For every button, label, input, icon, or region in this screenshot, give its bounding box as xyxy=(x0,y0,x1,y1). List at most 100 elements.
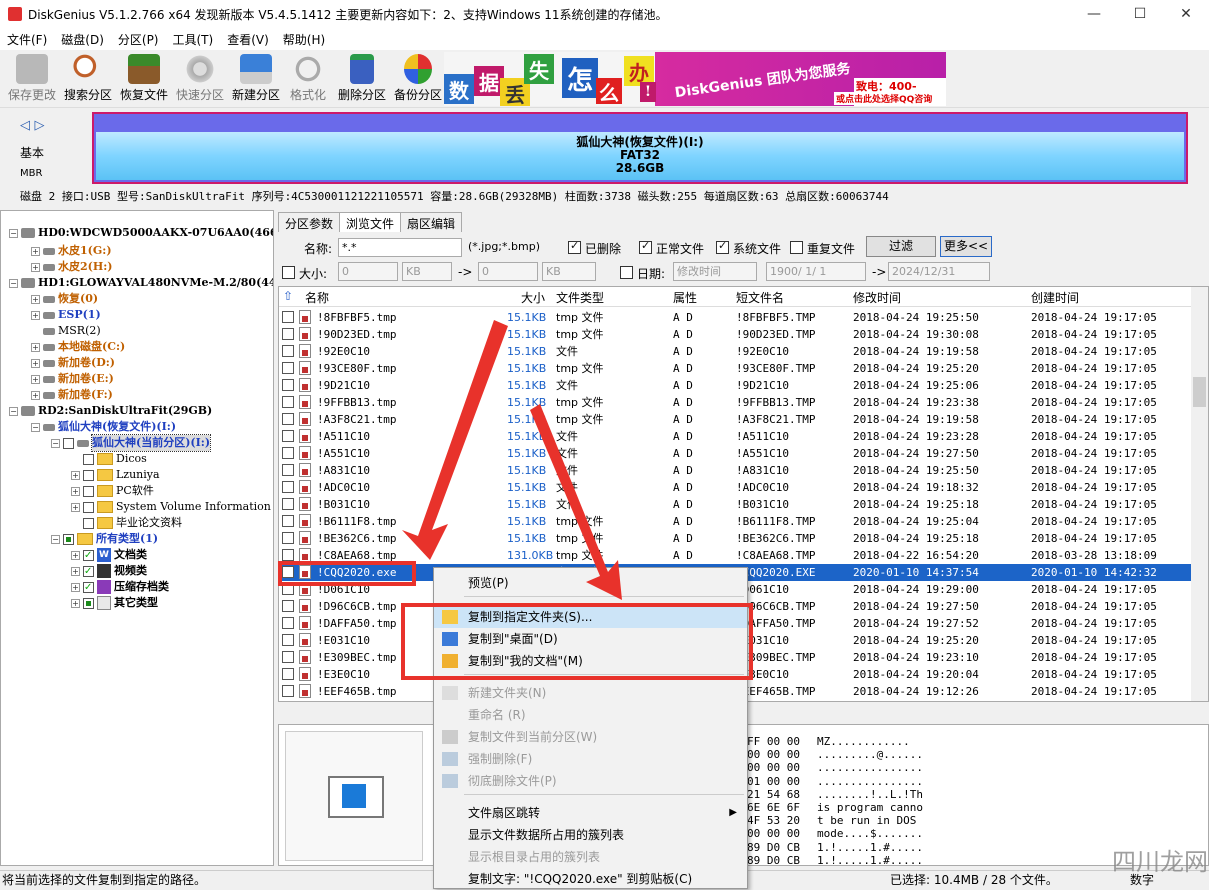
tree-node[interactable]: + 水皮1(G:) xyxy=(31,243,112,259)
system-checkbox[interactable] xyxy=(716,239,729,254)
tree-node[interactable]: + 恢复(0) xyxy=(31,291,98,307)
expand-toggle[interactable]: − xyxy=(9,278,18,288)
date-from-input[interactable]: 1900/ 1/ 1 xyxy=(766,262,866,281)
row-checkbox[interactable] xyxy=(282,515,294,527)
menu-item[interactable]: 强制删除(F) xyxy=(434,748,747,770)
tree-node[interactable]: + 新加卷(E:) xyxy=(31,371,114,387)
expand-toggle[interactable]: + xyxy=(31,342,40,352)
size-unit2-select[interactable]: KB xyxy=(542,262,596,281)
banner-qq-link[interactable]: 或点击此处选择QQ咨询 xyxy=(834,92,935,105)
filter-button[interactable]: 过滤 xyxy=(866,236,936,257)
row-checkbox[interactable] xyxy=(282,396,294,408)
col-type[interactable]: 文件类型 xyxy=(556,289,604,306)
table-row[interactable]: !92E0C10 15.1KB 文件 A D !92E0C10 2018-04-24 19… xyxy=(279,343,1191,360)
row-checkbox[interactable] xyxy=(282,685,294,697)
row-checkbox[interactable] xyxy=(282,447,294,459)
tree-node[interactable]: − HD1:GLOWAYVAL480NVMe-M.2/80(447G xyxy=(9,275,273,291)
menu-item[interactable]: 复制文件到当前分区(W) xyxy=(434,726,747,748)
tab-sector-edit[interactable]: 扇区编辑 xyxy=(400,212,463,232)
expand-toggle[interactable]: + xyxy=(71,470,80,480)
row-checkbox[interactable] xyxy=(282,617,294,629)
tree-node[interactable]: + 新加卷(F:) xyxy=(31,387,113,403)
tree-node[interactable]: + 视频类 xyxy=(71,563,147,580)
menu-file[interactable]: 文件(F) xyxy=(0,31,54,48)
row-checkbox[interactable] xyxy=(282,532,294,544)
expand-toggle[interactable]: + xyxy=(31,374,40,384)
tab-browse-files[interactable]: 浏览文件 xyxy=(339,212,402,232)
expand-toggle[interactable]: − xyxy=(31,422,40,432)
tree-checkbox[interactable] xyxy=(63,533,74,545)
col-shortname[interactable]: 短文件名 xyxy=(736,289,784,306)
expand-toggle[interactable]: + xyxy=(31,294,40,304)
expand-toggle[interactable]: + xyxy=(31,310,40,320)
menu-tools[interactable]: 工具(T) xyxy=(166,31,221,48)
size-to-input[interactable]: 0 xyxy=(478,262,538,281)
recover-files-button[interactable]: 恢复文件 xyxy=(116,52,172,104)
table-row[interactable]: !8FBFBF5.tmp 15.1KB tmp 文件 A D !8FBFBF5.TMP 2… xyxy=(279,309,1191,326)
close-button[interactable]: ✕ xyxy=(1163,0,1209,28)
row-checkbox[interactable] xyxy=(282,362,294,374)
more-button[interactable]: 更多<< xyxy=(940,236,992,257)
tree-checkbox[interactable] xyxy=(83,597,94,609)
expand-toggle[interactable]: + xyxy=(31,358,40,368)
save-changes-button[interactable]: 保存更改 xyxy=(4,52,60,104)
table-row[interactable]: !B6111F8.tmp 15.1KB tmp 文件 A D !B6111F8.TMP 2… xyxy=(279,513,1191,530)
tree-node[interactable]: − 所有类型(1) xyxy=(51,531,158,547)
menu-item[interactable]: 新建文件夹(N) xyxy=(434,682,747,704)
table-row[interactable]: !BE362C6.tmp 15.1KB tmp 文件 A D !BE362C6.TMP 2… xyxy=(279,530,1191,547)
tree-node[interactable]: + Lzuniya xyxy=(71,467,160,483)
row-checkbox[interactable] xyxy=(282,651,294,663)
table-row[interactable]: !9FFBB13.tmp 15.1KB tmp 文件 A D !9FFBB13.TMP 2… xyxy=(279,394,1191,411)
file-list-scrollbar[interactable] xyxy=(1191,287,1208,701)
table-row[interactable]: !B031C10 15.1KB 文件 A D !B031C10 2018-04-24 19… xyxy=(279,496,1191,513)
tree-node[interactable]: + System Volume Information xyxy=(71,499,271,515)
tree-node[interactable]: + 压缩存档类 xyxy=(71,579,169,596)
normal-checkbox[interactable] xyxy=(639,239,652,254)
row-checkbox[interactable] xyxy=(282,430,294,442)
row-checkbox[interactable] xyxy=(282,345,294,357)
tree-checkbox[interactable] xyxy=(83,501,94,513)
expand-toggle[interactable]: + xyxy=(71,582,80,592)
row-checkbox[interactable] xyxy=(282,311,294,323)
table-row[interactable]: !A511C10 15.1KB 文件 A D !A511C10 2018-04-24 19… xyxy=(279,428,1191,445)
tree-node[interactable]: − 狐仙大神(恢复文件)(I:) xyxy=(31,419,176,435)
menu-item[interactable]: 文件扇区跳转 ▶ xyxy=(434,802,747,824)
tree-node[interactable]: 毕业论文资料 xyxy=(71,515,182,531)
tree-checkbox[interactable] xyxy=(83,548,94,564)
name-filter-input[interactable]: *.* xyxy=(338,238,462,257)
row-checkbox[interactable] xyxy=(282,481,294,493)
row-checkbox[interactable] xyxy=(282,498,294,510)
scroll-thumb[interactable] xyxy=(1193,377,1206,407)
row-checkbox[interactable] xyxy=(282,634,294,646)
expand-toggle[interactable]: − xyxy=(51,438,60,448)
tree-node[interactable]: Dicos xyxy=(71,451,147,467)
duplicate-checkbox[interactable] xyxy=(790,241,803,254)
row-checkbox[interactable] xyxy=(282,328,294,340)
new-partition-button[interactable]: 新建分区 xyxy=(228,52,284,104)
deleted-checkbox[interactable] xyxy=(568,239,581,254)
tab-partition-params[interactable]: 分区参数 xyxy=(278,212,341,232)
tree-checkbox[interactable] xyxy=(63,437,74,449)
size-checkbox[interactable] xyxy=(282,266,295,279)
expand-toggle[interactable]: + xyxy=(31,390,40,400)
col-modified[interactable]: 修改时间 xyxy=(853,289,901,306)
partition-bar[interactable]: 狐仙大神(恢复文件)(I:) FAT32 28.6GB xyxy=(92,112,1188,184)
minimize-button[interactable]: — xyxy=(1071,0,1117,28)
expand-toggle[interactable]: + xyxy=(31,246,40,256)
delete-partition-button[interactable]: 删除分区 xyxy=(334,52,390,104)
expand-toggle[interactable]: + xyxy=(71,550,80,560)
expand-toggle[interactable]: + xyxy=(71,598,80,608)
maximize-button[interactable]: ☐ xyxy=(1117,0,1163,28)
tree-node[interactable]: + 其它类型 xyxy=(71,595,158,611)
row-checkbox[interactable] xyxy=(282,379,294,391)
search-partition-button[interactable]: 搜索分区 xyxy=(60,52,116,104)
table-row[interactable]: !93CE80F.tmp 15.1KB tmp 文件 A D !93CE80F.TMP 2… xyxy=(279,360,1191,377)
menu-partition[interactable]: 分区(P) xyxy=(111,31,166,48)
support-banner[interactable]: 数 据 丢 失 怎 么 办 ! DiskGenius 团队为您服务 致电：400… xyxy=(444,52,946,106)
col-size[interactable]: 大小 xyxy=(521,289,545,306)
tree-checkbox[interactable] xyxy=(83,564,94,580)
expand-toggle[interactable]: − xyxy=(51,534,60,544)
disk-nav-arrows[interactable]: ◁ ▷ xyxy=(20,118,45,133)
tree-checkbox[interactable] xyxy=(83,485,94,497)
tree-node[interactable]: + 新加卷(D:) xyxy=(31,355,115,371)
